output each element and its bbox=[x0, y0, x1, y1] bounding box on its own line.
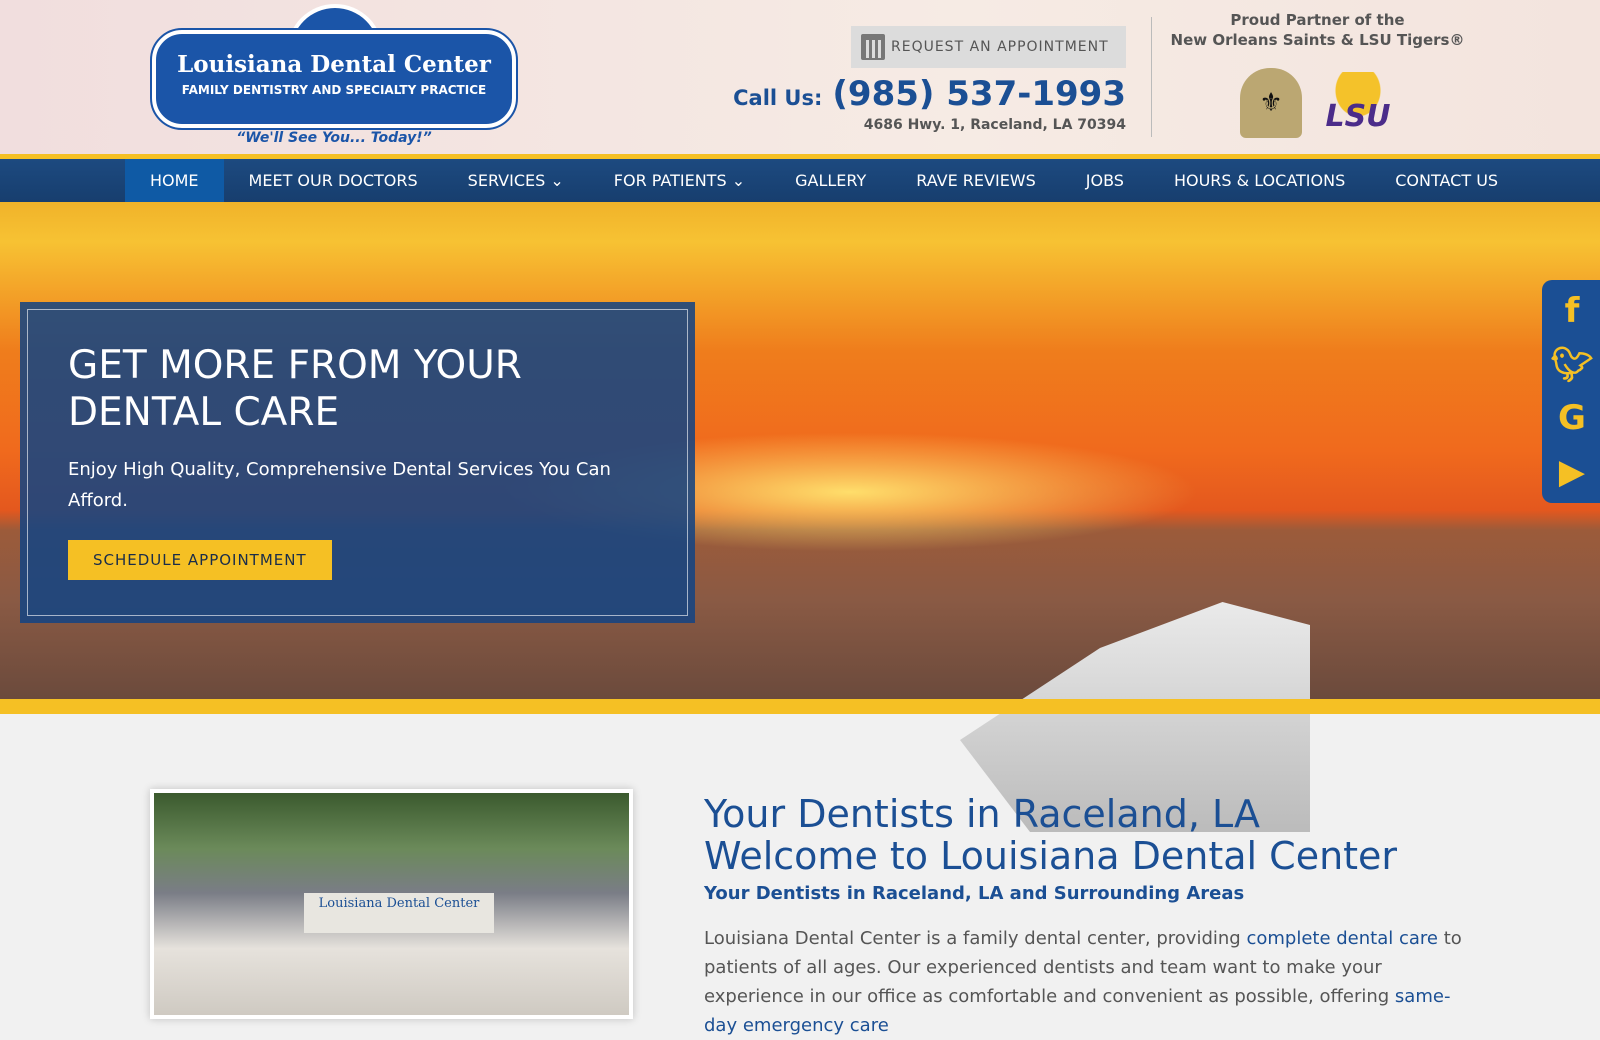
welcome-section: Your Dentists in Raceland, LA Welcome to… bbox=[704, 793, 1464, 1040]
partner-text: Proud Partner of the New Orleans Saints … bbox=[1160, 10, 1475, 50]
logo-sign bbox=[150, 28, 518, 130]
office-photo: Louisiana Dental Center bbox=[150, 789, 633, 1019]
calendar-icon bbox=[861, 34, 885, 60]
phone-link[interactable]: (985) 537-1993 bbox=[832, 74, 1126, 114]
lsu-logo-icon: LSU bbox=[1320, 72, 1396, 134]
partner-line1: Proud Partner of the bbox=[1230, 11, 1405, 29]
welcome-subtitle: Your Dentists in Raceland, LA and Surrou… bbox=[704, 883, 1245, 904]
nav-rave-reviews[interactable]: RAVE REVIEWS bbox=[891, 159, 1061, 202]
logo-tagline: “We'll See You... Today!” bbox=[236, 130, 432, 146]
complete-dental-care-link[interactable]: complete dental care bbox=[1246, 928, 1438, 949]
nav-jobs[interactable]: JOBS bbox=[1061, 159, 1149, 202]
welcome-title-2: Welcome to Louisiana Dental Center bbox=[704, 834, 1398, 878]
welcome-paragraph: Louisiana Dental Center is a family dent… bbox=[704, 924, 1464, 1040]
nav-home[interactable]: HOME bbox=[125, 159, 224, 202]
google-icon[interactable]: G bbox=[1558, 398, 1586, 438]
partner-line2: New Orleans Saints & LSU Tigers® bbox=[1170, 31, 1465, 49]
main-nav: HOME MEET OUR DOCTORS SERVICES ⌄ FOR PAT… bbox=[0, 159, 1600, 202]
address: 4686 Hwy. 1, Raceland, LA 70394 bbox=[863, 117, 1126, 133]
divider bbox=[1151, 17, 1152, 137]
social-sidebar: f 🐦︎ G ▶ bbox=[1542, 280, 1600, 503]
nav-contact-us[interactable]: CONTACT US bbox=[1370, 159, 1523, 202]
nav-gallery[interactable]: GALLERY bbox=[770, 159, 891, 202]
office-photo-sign: Louisiana Dental Center bbox=[304, 893, 494, 933]
facebook-icon[interactable]: f bbox=[1565, 291, 1580, 331]
site-header: Louisiana Dental Center FAMILY DENTISTRY… bbox=[0, 0, 1600, 156]
nav-for-patients[interactable]: FOR PATIENTS ⌄ bbox=[589, 159, 770, 202]
lsu-logo-text: LSU bbox=[1325, 99, 1391, 134]
logo-subtitle: FAMILY DENTISTRY AND SPECIALTY PRACTICE bbox=[181, 83, 487, 97]
call-label: Call Us: bbox=[733, 86, 823, 110]
hero-text: Enjoy High Quality, Comprehensive Dental… bbox=[68, 459, 611, 511]
nav-hours-locations[interactable]: HOURS & LOCATIONS bbox=[1149, 159, 1370, 202]
twitter-icon[interactable]: 🐦︎ bbox=[1550, 345, 1593, 385]
nav-services[interactable]: SERVICES ⌄ bbox=[443, 159, 589, 202]
call-us: Call Us: (985) 537-1993 bbox=[733, 74, 1126, 114]
logo-name: Louisiana Dental Center bbox=[177, 51, 491, 78]
request-appointment-label: REQUEST AN APPOINTMENT bbox=[891, 39, 1109, 55]
youtube-icon[interactable]: ▶ bbox=[1559, 452, 1585, 492]
paragraph-text: Louisiana Dental Center is a family dent… bbox=[704, 928, 1247, 949]
hero-overlay: GET MORE FROM YOUR DENTAL CARE Enjoy Hig… bbox=[20, 302, 695, 623]
welcome-title-1: Your Dentists in Raceland, LA bbox=[704, 792, 1261, 836]
schedule-appointment-button[interactable]: SCHEDULE APPOINTMENT bbox=[68, 540, 332, 580]
saints-logo-icon: ⚜ bbox=[1240, 68, 1302, 138]
hero-accent-bar bbox=[0, 699, 1600, 714]
site-logo[interactable]: Louisiana Dental Center FAMILY DENTISTRY… bbox=[150, 4, 518, 152]
hero-title: GET MORE FROM YOUR DENTAL CARE bbox=[68, 343, 522, 435]
request-appointment-button[interactable]: REQUEST AN APPOINTMENT bbox=[851, 26, 1126, 68]
nav-meet-our-doctors[interactable]: MEET OUR DOCTORS bbox=[224, 159, 443, 202]
